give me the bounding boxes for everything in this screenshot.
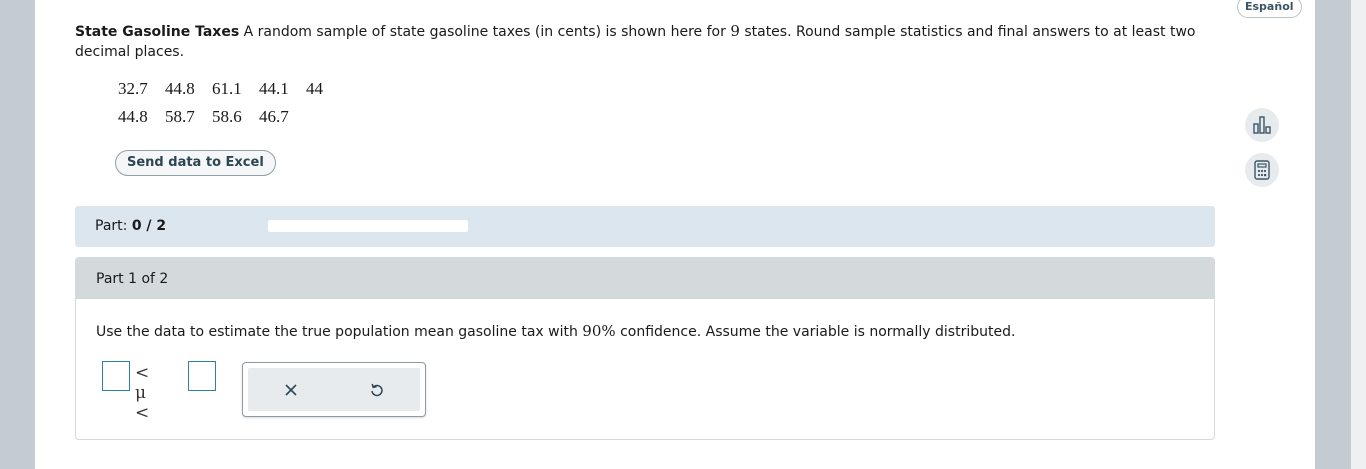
- answer-toolbox: [242, 362, 426, 417]
- data-value: 32.7: [118, 79, 148, 98]
- problem-text-1: A random sample of state gasoline taxes …: [239, 24, 731, 40]
- data-value: 44.1: [259, 79, 289, 98]
- data-table: 32.7 44.8 61.1 44.1 44 44.8 58.7 58.6 46…: [118, 78, 336, 134]
- data-value: 58.7: [165, 107, 195, 126]
- part-label-text: Part:: [95, 218, 132, 234]
- question-text-2: confidence. Assume the variable is norma…: [615, 324, 1016, 340]
- data-value: 61.1: [212, 79, 242, 98]
- data-row: 32.7 44.8 61.1 44.1 44: [118, 78, 336, 106]
- send-to-excel-button[interactable]: Send data to Excel: [115, 150, 276, 176]
- data-value: 44: [306, 79, 323, 98]
- inequality-symbol: < μ <: [135, 363, 150, 423]
- problem-statement: State Gasoline Taxes A random sample of …: [75, 21, 1215, 62]
- part-count: 0 / 2: [131, 218, 167, 234]
- part-header: Part 1 of 2: [76, 258, 1214, 299]
- upper-bound-input[interactable]: [188, 361, 216, 391]
- progress-track: [268, 220, 468, 232]
- vertical-scrollbar[interactable]: [1351, 0, 1366, 469]
- data-value: 44.8: [118, 107, 148, 126]
- data-value: 46.7: [259, 107, 289, 126]
- bar-chart-icon[interactable]: [1245, 108, 1279, 142]
- undo-icon[interactable]: [363, 376, 391, 404]
- confidence-level: 90%: [582, 322, 616, 340]
- question-text: Use the data to estimate the true popula…: [96, 321, 1015, 342]
- data-value: 58.6: [212, 107, 242, 126]
- part-progress-label: Part: 0 / 2: [95, 218, 166, 234]
- part-panel: Part 1 of 2 Use the data to estimate the…: [75, 257, 1215, 440]
- espanol-language-button[interactable]: Español: [1237, 0, 1302, 18]
- frame-gutter: [1315, 0, 1351, 469]
- toolbox-inner: [248, 368, 420, 411]
- data-row: 44.8 58.7 58.6 46.7: [118, 106, 336, 134]
- data-value: 44.8: [165, 79, 195, 98]
- lower-bound-input[interactable]: [102, 361, 130, 391]
- problem-title: State Gasoline Taxes: [75, 24, 240, 40]
- part-progress-bar: Part: 0 / 2: [75, 206, 1215, 247]
- clear-icon[interactable]: [277, 376, 305, 404]
- calculator-icon[interactable]: [1245, 153, 1279, 187]
- sample-size: 9: [730, 22, 740, 40]
- question-text-1: Use the data to estimate the true popula…: [96, 324, 583, 340]
